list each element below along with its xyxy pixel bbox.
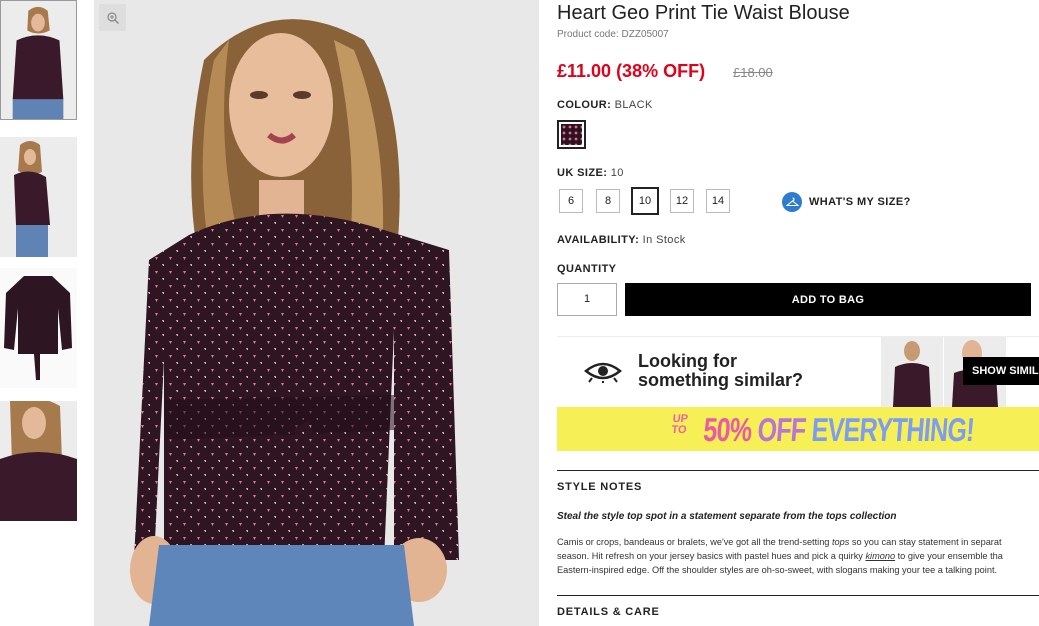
zoom-button[interactable]	[99, 4, 126, 31]
size-option-6[interactable]: 6	[559, 189, 583, 213]
promo-banner[interactable]: UP TO 50% OFF EVERYTHING!	[557, 407, 1039, 451]
thumbnail-side[interactable]	[0, 137, 77, 257]
size-option-14[interactable]: 14	[706, 189, 730, 213]
colour-value: BLACK	[614, 99, 653, 111]
quantity-input[interactable]: 1	[557, 283, 617, 316]
thumbnail-flat[interactable]	[0, 268, 77, 388]
product-code-label: Product code:	[557, 29, 619, 40]
hanger-icon	[782, 192, 802, 212]
size-row: UK SIZE: 10	[557, 167, 624, 179]
product-details: Heart Geo Print Tie Waist Blouse Product…	[557, 0, 1039, 626]
style-text: Camis or crops, bandeaus or bralets, we'…	[557, 537, 832, 547]
thumbnail-front[interactable]	[0, 0, 77, 120]
show-similar-button[interactable]: SHOW SIMIL	[963, 357, 1039, 385]
style-notes-lead: Steal the style top spot in a statement …	[557, 511, 897, 522]
style-text: season. Hit refresh on your jersey basic…	[557, 551, 866, 561]
quantity-label: QUANTITY	[557, 263, 617, 275]
was-price: £18.00	[733, 65, 773, 80]
divider	[557, 595, 1039, 596]
availability-row: AVAILABILITY: In Stock	[557, 234, 686, 246]
similar-items-panel: Looking for something similar? SHOW SIMI…	[557, 336, 1039, 407]
colour-swatch-black[interactable]	[557, 120, 586, 149]
banner-headline: 50% OFF EVERYTHING!	[702, 411, 975, 449]
similar-line-2: something similar?	[638, 370, 804, 390]
whats-my-size-link[interactable]: WHAT'S MY SIZE?	[782, 192, 911, 212]
availability-value: In Stock	[642, 234, 686, 246]
banner-word-2: OFF	[756, 411, 808, 448]
style-line-3: Eastern-inspired edge. Off the shoulder …	[557, 565, 998, 575]
zoom-icon	[106, 11, 119, 24]
size-option-8[interactable]: 8	[596, 189, 620, 213]
product-code: Product code: DZZ05007	[557, 29, 669, 40]
style-line-1: Camis or crops, bandeaus or bralets, we'…	[557, 535, 1039, 549]
whats-my-size-label: WHAT'S MY SIZE?	[809, 196, 911, 208]
swatch-pattern	[561, 124, 582, 145]
quantity-row: QUANTITY	[557, 263, 616, 275]
size-option-10[interactable]: 10	[631, 187, 659, 215]
eye-icon	[584, 362, 622, 383]
style-notes-heading[interactable]: STYLE NOTES	[557, 481, 642, 493]
kimono-link[interactable]: kimono	[865, 551, 895, 561]
size-option-12[interactable]: 12	[670, 189, 694, 213]
add-to-bag-button[interactable]: ADD TO BAG	[625, 283, 1031, 316]
colour-label: COLOUR:	[557, 99, 612, 111]
style-text: to give your ensemble tha	[895, 551, 1003, 561]
similar-heading: Looking for something similar?	[638, 352, 803, 390]
availability-label: AVAILABILITY:	[557, 234, 640, 246]
product-code-value: DZZ05007	[621, 29, 669, 40]
banner-up-to: UP TO	[670, 413, 689, 436]
thumbnail-closeup[interactable]	[0, 401, 77, 521]
similar-thumb-1[interactable]	[881, 337, 943, 407]
details-care-heading[interactable]: DETAILS & CARE	[557, 606, 660, 618]
similar-line-1: Looking for	[638, 351, 737, 371]
style-text: so you can stay statement in separat	[849, 537, 1002, 547]
tops-link[interactable]: tops	[832, 537, 849, 547]
banner-to: TO	[670, 424, 688, 436]
size-value: 10	[610, 167, 624, 179]
style-notes-body: Camis or crops, bandeaus or bralets, we'…	[557, 535, 1039, 577]
banner-word-3: EVERYTHING!	[810, 411, 976, 448]
divider	[557, 470, 1039, 471]
product-main-image[interactable]	[94, 0, 539, 626]
size-label: UK SIZE:	[557, 167, 608, 179]
colour-row: COLOUR: BLACK	[557, 99, 653, 111]
banner-word-1: 50%	[702, 411, 753, 448]
product-title: Heart Geo Print Tie Waist Blouse	[557, 2, 850, 24]
sale-price: £11.00 (38% OFF)	[557, 61, 706, 81]
style-line-2: season. Hit refresh on your jersey basic…	[557, 549, 1039, 563]
